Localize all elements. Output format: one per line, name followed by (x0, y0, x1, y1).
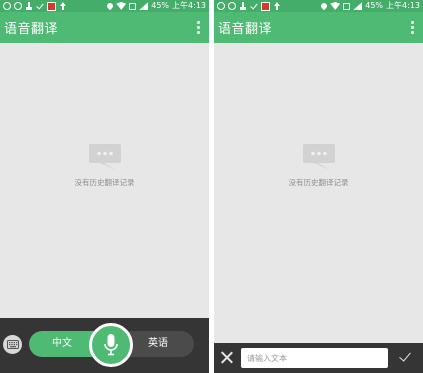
sync-icon (228, 2, 236, 10)
wifi-icon (116, 2, 127, 10)
notification-icon (3, 2, 11, 10)
text-input-field[interactable] (241, 348, 388, 368)
status-bar: 45% 上午4:13 (214, 0, 423, 12)
sim-icon (129, 2, 137, 10)
app-title: 语音翻译 (218, 22, 273, 37)
chat-bubble-icon (88, 144, 121, 170)
composite-screenshot: 45% 上午4:13 语音翻译 没有历史翻译记录 中文 英语 45% 上午4:1… (0, 0, 423, 373)
microphone-button[interactable] (89, 323, 133, 367)
keyboard-icon (6, 340, 19, 349)
battery-percent: 45% (151, 1, 170, 10)
clock: 上午4:13 (172, 1, 206, 10)
check-icon (250, 2, 258, 10)
app-notification-icon (47, 1, 56, 11)
keyboard-toggle-button[interactable] (3, 335, 22, 354)
target-language-button[interactable]: 英语 (148, 331, 168, 357)
app-bar: 语音翻译 (0, 12, 209, 43)
signal-icon (139, 2, 149, 10)
empty-state-message: 没有历史翻译记录 (74, 178, 135, 187)
wifi-icon (330, 2, 341, 10)
microphone-icon (104, 334, 118, 356)
battery-percent: 45% (365, 1, 384, 10)
sim-icon (343, 2, 351, 10)
source-language-label: 中文 (52, 338, 72, 349)
overflow-menu-icon[interactable] (194, 18, 203, 37)
checkmark-icon[interactable] (398, 351, 412, 363)
cleaner-icon (239, 2, 247, 10)
text-mode-screen: 45% 上午4:13 语音翻译 没有历史翻译记录 (214, 0, 423, 373)
empty-state: 没有历史翻译记录 (0, 143, 209, 188)
clock: 上午4:13 (386, 1, 420, 10)
voice-mode-screen: 45% 上午4:13 语音翻译 没有历史翻译记录 中文 英语 (0, 0, 209, 373)
chat-bubble-icon (302, 144, 335, 170)
location-icon (320, 1, 329, 11)
signal-icon (353, 2, 363, 10)
close-icon[interactable] (220, 351, 233, 364)
upload-icon (59, 2, 67, 10)
empty-state-message: 没有历史翻译记录 (288, 178, 349, 187)
status-bar: 45% 上午4:13 (0, 0, 209, 12)
notification-icon (217, 2, 225, 10)
sync-icon (14, 2, 22, 10)
app-notification-icon (261, 1, 270, 11)
text-input-bar (214, 343, 423, 373)
location-icon (106, 1, 115, 11)
upload-icon (273, 2, 281, 10)
cleaner-icon (25, 2, 33, 10)
app-title: 语音翻译 (4, 22, 59, 37)
empty-state: 没有历史翻译记录 (214, 143, 423, 188)
app-bar: 语音翻译 (214, 12, 423, 43)
check-icon (36, 2, 44, 10)
overflow-menu-icon[interactable] (408, 18, 417, 37)
voice-input-bar: 中文 英语 (0, 318, 209, 373)
